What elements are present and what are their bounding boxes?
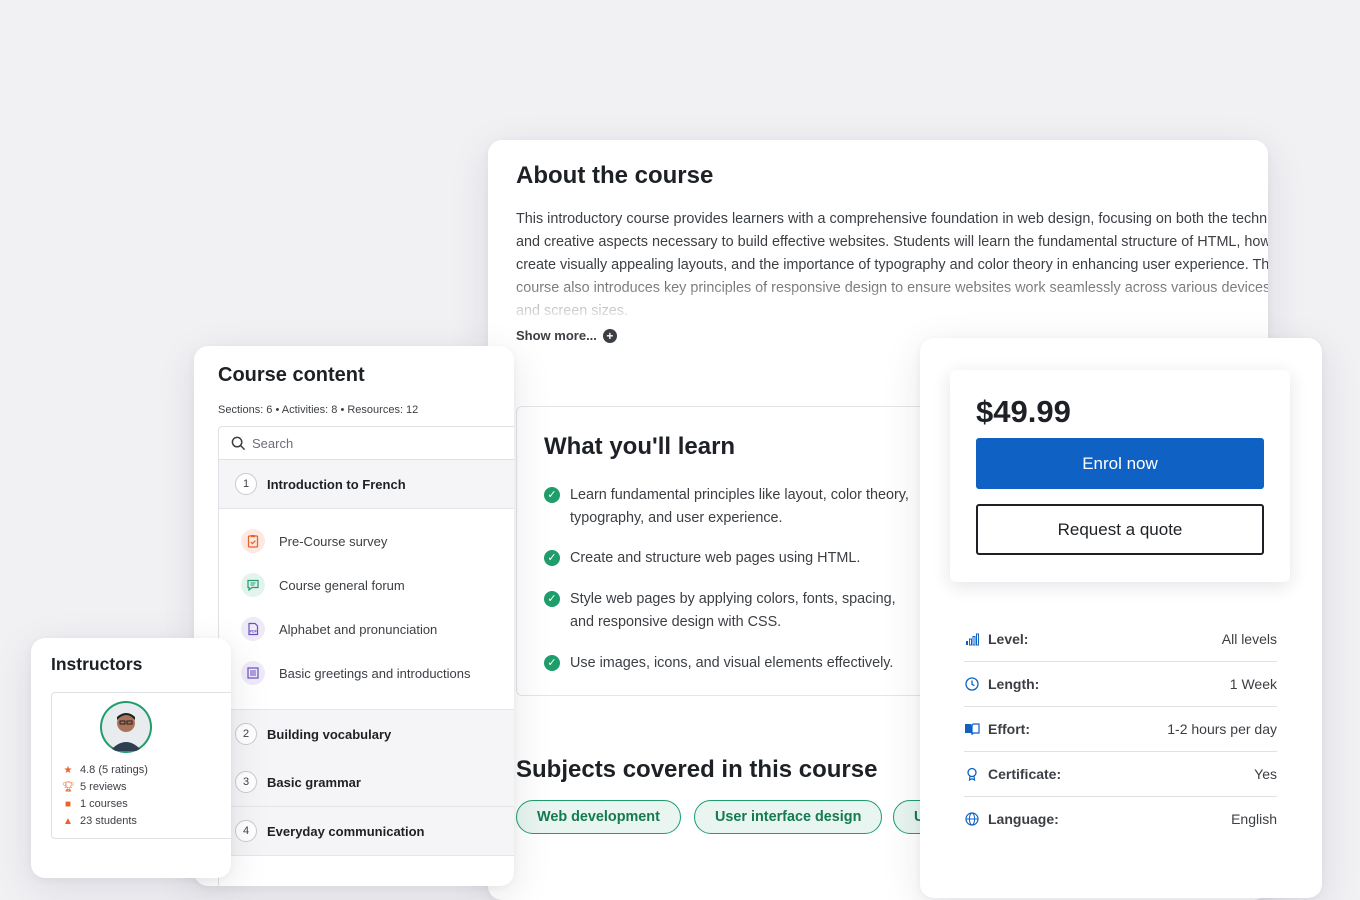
enrol-button[interactable]: Enrol now [976, 438, 1264, 489]
show-more-link[interactable]: Show more... + [516, 328, 617, 343]
trophy-icon: 🏆︎ [62, 781, 75, 793]
section-row[interactable]: 2 Building vocabulary [219, 709, 514, 759]
learn-item-text: Create and structure web pages using HTM… [570, 550, 861, 566]
certificate-icon [964, 766, 980, 782]
learn-title: What you'll learn [544, 433, 736, 460]
stat-courses: ■ 1 courses [62, 798, 128, 810]
content-panel: Search 1 Introduction to French Pre-Cour… [218, 426, 514, 886]
check-circle-icon: ✓ [544, 591, 560, 607]
search-input[interactable]: Search [219, 427, 514, 460]
property-value: Yes [1254, 765, 1277, 782]
activity-item[interactable]: Basic greetings and introductions [241, 661, 471, 685]
property-value: English [1231, 810, 1277, 827]
graduation-cap-icon: ▲ [63, 815, 73, 827]
search-icon [231, 436, 246, 450]
star-icon: ★ [63, 764, 73, 776]
section-label: Building vocabulary [267, 726, 392, 742]
show-more-label: Show more... [516, 328, 597, 343]
property-value: 1 Week [1229, 675, 1277, 692]
learn-item-text: Learn fundamental principles like layout… [570, 487, 909, 526]
property-value: 1-2 hours per day [1167, 720, 1277, 737]
stat-text: 1 courses [80, 798, 128, 810]
subject-pill-web-development[interactable]: Web development [516, 800, 681, 834]
plus-circle-icon: + [602, 328, 617, 343]
course-content-card: Course content Sections: 6 • Activities:… [194, 346, 514, 886]
property-key: Length: [988, 675, 1040, 692]
level-icon [964, 631, 980, 647]
page-icon [241, 661, 265, 685]
property-effort: Effort: 1-2 hours per day [964, 706, 1277, 752]
instructor-box[interactable]: ★ 4.8 (5 ratings) 🏆︎ 5 reviews ■ 1 cours… [51, 692, 231, 839]
stat-text: 5 reviews [80, 781, 127, 793]
book-open-icon [964, 721, 980, 737]
check-circle-icon: ✓ [544, 487, 560, 503]
request-quote-button[interactable]: Request a quote [976, 504, 1264, 555]
property-certificate: Certificate: Yes [964, 751, 1277, 797]
svg-text:PDF: PDF [250, 630, 258, 634]
section-label: Introduction to French [267, 476, 406, 492]
section-number: 4 [235, 820, 257, 842]
learn-item: ✓ Create and structure web pages using H… [544, 547, 914, 570]
clock-icon [964, 676, 980, 692]
check-circle-icon: ✓ [544, 655, 560, 671]
property-key: Certificate: [988, 765, 1062, 782]
section-number: 3 [235, 771, 257, 793]
check-circle-icon: ✓ [544, 550, 560, 566]
stat-reviews: 🏆︎ 5 reviews [62, 781, 126, 793]
instructors-title: Instructors [51, 654, 143, 674]
forum-icon [241, 573, 265, 597]
activity-label: Alphabet and pronunciation [279, 621, 438, 637]
property-key: Language: [988, 810, 1059, 827]
activity-label: Course general forum [279, 577, 405, 593]
globe-icon [964, 811, 980, 827]
learn-item: ✓ Use images, icons, and visual elements… [544, 652, 914, 675]
section-number: 1 [235, 473, 257, 495]
section-label: Basic grammar [267, 774, 361, 790]
survey-icon [241, 529, 265, 553]
property-value: All levels [1221, 630, 1277, 647]
search-placeholder: Search [252, 435, 294, 451]
section-label: Everyday communication [267, 823, 425, 839]
activity-item[interactable]: PDF Alphabet and pronunciation [241, 617, 437, 641]
stat-text: 4.8 (5 ratings) [80, 764, 148, 776]
about-description: This introductory course provides learne… [516, 211, 1268, 319]
property-language: Language: English [964, 796, 1277, 841]
property-level: Level: All levels [964, 616, 1277, 662]
stat-text: 23 students [80, 815, 137, 827]
pricing-card: $49.99 Enrol now Request a quote Level: … [920, 338, 1322, 898]
learn-item: ✓ Learn fundamental principles like layo… [544, 484, 914, 530]
learn-item-text: Use images, icons, and visual elements e… [570, 655, 894, 671]
property-key: Effort: [988, 720, 1030, 737]
property-key: Level: [988, 630, 1029, 647]
activity-item[interactable]: Pre-Course survey [241, 529, 387, 553]
what-you-learn-box: What you'll learn ✓ Learn fundamental pr… [516, 406, 938, 696]
about-title: About the course [516, 162, 714, 189]
pdf-icon: PDF [241, 617, 265, 641]
instructors-card: Instructors ★ 4.8 (5 ratings) 🏆︎ 5 revie… [31, 638, 231, 878]
book-icon: ■ [64, 798, 72, 810]
section-row[interactable]: 4 Everyday communication [219, 807, 514, 856]
activity-item[interactable]: Course general forum [241, 573, 405, 597]
subject-pill-ui-design[interactable]: User interface design [694, 800, 883, 834]
stat-rating: ★ 4.8 (5 ratings) [62, 764, 148, 776]
subjects-title: Subjects covered in this course [516, 756, 878, 783]
section-row[interactable]: 1 Introduction to French [219, 460, 514, 509]
price-box: $49.99 Enrol now Request a quote [950, 370, 1290, 582]
section-row[interactable]: 3 Basic grammar [219, 758, 514, 807]
property-length: Length: 1 Week [964, 661, 1277, 707]
stat-students: ▲ 23 students [62, 815, 137, 827]
content-meta: Sections: 6 • Activities: 8 • Resources:… [218, 404, 419, 416]
activity-label: Pre-Course survey [279, 533, 388, 549]
section-number: 2 [235, 723, 257, 745]
avatar[interactable] [100, 701, 152, 753]
learn-item: ✓ Style web pages by applying colors, fo… [544, 588, 914, 634]
activity-label: Basic greetings and introductions [279, 665, 471, 681]
content-title: Course content [218, 364, 365, 386]
price-amount: $49.99 [976, 394, 1071, 429]
learn-item-text: Style web pages by applying colors, font… [570, 591, 896, 630]
